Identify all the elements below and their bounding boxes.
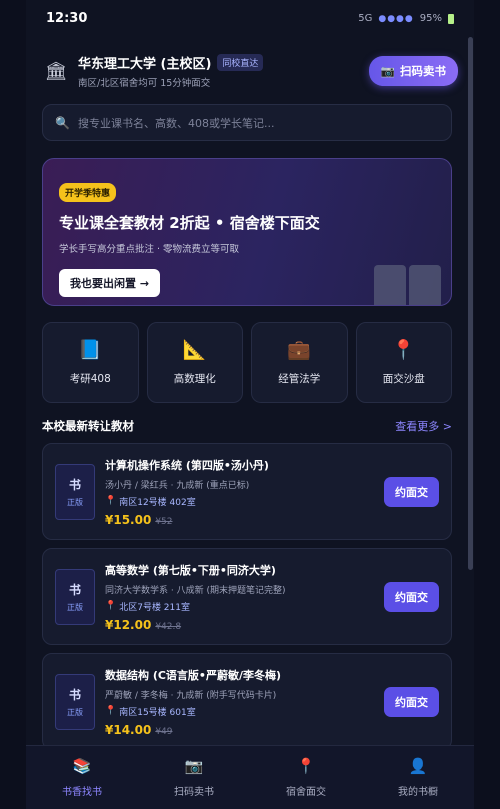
tab-scan-sell[interactable]: 📷 扫码卖书: [138, 746, 250, 809]
campus-badge: 同校直达: [217, 54, 264, 71]
status-time: 12:30: [46, 11, 88, 26]
university-icon: 🏛: [44, 60, 68, 82]
search-input[interactable]: 🔍 搜专业课书名、高数、408或学长笔记...: [42, 104, 452, 141]
cover-char: 书: [68, 687, 81, 702]
cover-label: 正版: [67, 602, 83, 612]
network-label: 5G: [358, 13, 373, 24]
briefcase-icon: 💼: [287, 339, 312, 361]
tab-label: 宿舍面交: [286, 787, 326, 798]
search-icon: 🔍: [55, 115, 70, 130]
book-list: 书 正版 计算机操作系统 (第四版•汤小丹) 汤小丹 / 梁红兵 · 九成新 (…: [42, 443, 452, 758]
bottom-tab-bar: 📚 书香找书 📷 扫码卖书 📍 宿舍面交 👤 我的书橱: [26, 745, 474, 809]
category-meetup-map[interactable]: 📍 面交沙盘: [355, 322, 452, 403]
location-text: 北区7号楼 211室: [119, 602, 190, 613]
cover-char: 书: [68, 477, 81, 492]
category-label: 高数理化: [173, 373, 216, 385]
book-meta: 同济大学数学系 · 八成新 (期末押题笔记完整): [105, 585, 286, 596]
cover-label: 正版: [67, 707, 83, 717]
meetup-button[interactable]: 约面交: [384, 686, 439, 717]
book-original-price: ¥52: [155, 516, 173, 527]
status-indicators: 5G ●●●● 95%: [358, 13, 454, 24]
book-icon: 📘: [78, 339, 103, 361]
tab-label: 书香找书: [62, 787, 102, 798]
book-card[interactable]: 书 正版 数据结构 (C语言版•严蔚敏/李冬梅) 严蔚敏 / 李冬梅 · 九成新…: [42, 653, 452, 750]
pin-icon: 📍: [391, 339, 416, 361]
category-math-science[interactable]: 📐 高数理化: [146, 322, 243, 403]
tab-label: 我的书橱: [398, 787, 438, 798]
scan-sell-label: 扫码卖书: [400, 64, 446, 78]
book-cover: 书 正版: [55, 463, 95, 520]
camera-icon: 📷: [184, 757, 204, 775]
category-label: 面交沙盘: [382, 373, 425, 385]
tab-dorm-meetup[interactable]: 📍 宿舍面交: [250, 746, 362, 809]
tab-my-shelf[interactable]: 👤 我的书橱: [362, 746, 474, 809]
book-cover: 书 正版: [55, 568, 95, 625]
tab-label: 扫码卖书: [174, 787, 214, 798]
search-placeholder: 搜专业课书名、高数、408或学长笔记...: [77, 116, 275, 130]
pin-icon: 📍: [105, 601, 117, 611]
view-more-link[interactable]: 查看更多 >: [395, 418, 452, 434]
cover-char: 书: [68, 582, 81, 597]
section-header: 本校最新转让教材 查看更多 >: [42, 418, 452, 434]
books-icon: 📚: [72, 757, 92, 775]
category-408[interactable]: 📘 考研408: [42, 322, 139, 403]
category-grid: 📘 考研408 📐 高数理化 💼 经管法学 📍 面交沙盘: [42, 322, 452, 403]
campus-name[interactable]: 华东理工大学 (主校区): [78, 53, 211, 72]
book-title: 高等数学 (第七版•下册•同济大学): [105, 563, 276, 577]
location-text: 南区15号楼 601室: [119, 707, 196, 718]
book-card[interactable]: 书 正版 计算机操作系统 (第四版•汤小丹) 汤小丹 / 梁红兵 · 九成新 (…: [42, 443, 452, 540]
book-location: 📍 南区12号楼 402室: [105, 495, 384, 508]
book-meta: 汤小丹 / 梁红兵 · 九成新 (重点已标): [105, 480, 250, 491]
meetup-button[interactable]: 约面交: [384, 476, 439, 507]
book-location: 📍 南区15号楼 601室: [105, 705, 384, 718]
book-card[interactable]: 书 正版 高等数学 (第七版•下册•同济大学) 同济大学数学系 · 八成新 (期…: [42, 548, 452, 645]
category-label: 考研408: [69, 373, 111, 385]
ruler-icon: 📐: [182, 339, 207, 361]
tab-find-books[interactable]: 📚 书香找书: [26, 746, 138, 809]
book-title: 计算机操作系统 (第四版•汤小丹): [105, 458, 269, 472]
book-price: ¥15.00: [105, 512, 152, 527]
campus-header: 🏛 华东理工大学 (主校区) 同校直达 南区/北区宿舍均可 15分钟面交 📷 扫…: [42, 53, 458, 89]
location-text: 南区12号楼 402室: [119, 497, 196, 508]
book-location: 📍 北区7号楼 211室: [105, 600, 384, 613]
pin-icon: 📍: [105, 706, 117, 716]
book-original-price: ¥42.8: [155, 621, 182, 632]
book-title: 数据结构 (C语言版•严蔚敏/李冬梅): [105, 668, 282, 682]
book-meta: 严蔚敏 / 李冬梅 · 九成新 (附手写代码卡片): [105, 690, 277, 701]
battery-percent: 95%: [419, 13, 442, 24]
status-bar: 12:30 5G ●●●● 95%: [26, 0, 474, 37]
sell-idle-button[interactable]: 我也要出闲置 →: [59, 269, 161, 297]
category-label: 经管法学: [278, 373, 321, 385]
promo-banner[interactable]: 开学季特惠 专业课全套教材 2折起 • 宿舍楼下面交 学长手写高分重点批注 · …: [42, 158, 452, 306]
pin-icon: 📍: [296, 757, 316, 775]
pin-icon: 📍: [105, 496, 117, 506]
category-business-law[interactable]: 💼 经管法学: [251, 322, 348, 403]
promo-tag: 开学季特惠: [59, 183, 117, 202]
camera-icon: 📷: [380, 64, 395, 78]
cover-label: 正版: [67, 497, 83, 507]
signal-icon: ●●●●: [378, 13, 414, 24]
meetup-button[interactable]: 约面交: [384, 581, 439, 612]
campus-subtitle: 南区/北区宿舍均可 15分钟面交: [78, 78, 211, 89]
book-original-price: ¥49: [155, 726, 173, 737]
promo-title: 专业课全套教材 2折起 • 宿舍楼下面交: [59, 214, 320, 232]
user-icon: 👤: [408, 757, 428, 775]
book-price: ¥14.00: [105, 722, 152, 737]
scrollbar[interactable]: [468, 37, 473, 570]
section-title: 本校最新转让教材: [42, 419, 134, 433]
book-cover: 书 正版: [55, 673, 95, 730]
phone-screen: 12:30 5G ●●●● 95% 🏛 华东理工大学 (主校区) 同校直达 南区…: [26, 0, 474, 809]
books-decoration-icon: [374, 265, 441, 305]
book-price: ¥12.00: [105, 617, 152, 632]
promo-subtitle: 学长手写高分重点批注 · 零物流费立等可取: [59, 244, 240, 255]
battery-icon: [448, 13, 454, 24]
scan-sell-button[interactable]: 📷 扫码卖书: [368, 56, 458, 86]
